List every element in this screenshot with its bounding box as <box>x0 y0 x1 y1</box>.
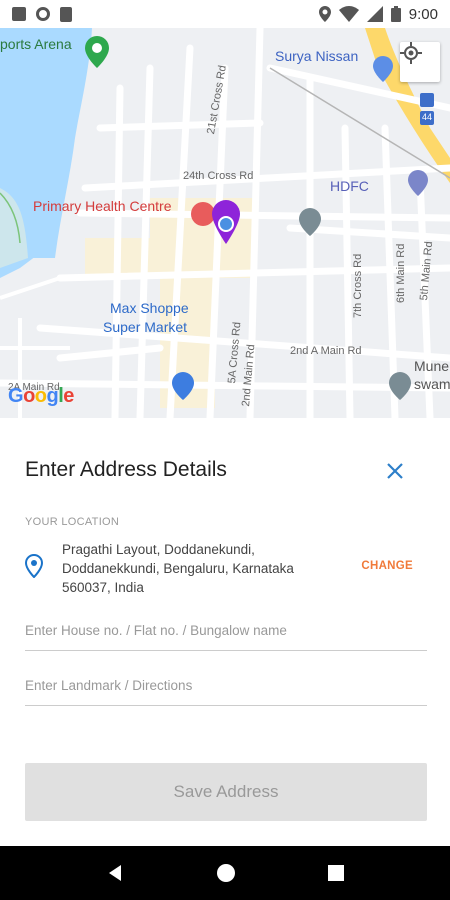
system-nav-bar <box>0 846 450 900</box>
location-row: Pragathi Layout, Doddanekundi, Doddanekk… <box>25 540 425 600</box>
map-label-mune: Mune <box>414 358 450 374</box>
close-button[interactable] <box>380 456 410 486</box>
map-label-2nd-a-main: 2nd A Main Rd <box>290 345 362 357</box>
sd-card-icon <box>60 6 72 22</box>
back-icon[interactable] <box>105 863 125 883</box>
status-bar: 9:00 <box>0 0 450 28</box>
map-label-super-market: Super Market <box>103 319 188 335</box>
home-icon[interactable] <box>216 863 236 883</box>
map-label-hdfc: HDFC <box>330 178 369 194</box>
save-address-button[interactable]: Save Address <box>25 763 427 821</box>
recents-icon[interactable] <box>327 864 345 882</box>
crosshair-icon <box>400 42 422 64</box>
change-location-button[interactable]: CHANGE <box>361 560 413 572</box>
sync-icon <box>36 7 50 21</box>
map-label-sports-arena: ports Arena <box>0 36 72 52</box>
your-location-label: YOUR LOCATION <box>25 516 120 528</box>
wifi-icon <box>338 6 359 22</box>
battery-icon <box>390 6 401 22</box>
address-text: Pragathi Layout, Doddanekundi, Doddanekk… <box>62 542 294 595</box>
notification-icon <box>12 7 26 21</box>
google-logo: Google <box>8 385 74 407</box>
map-label-surya-nissan: Surya Nissan <box>275 48 359 64</box>
my-location-button[interactable] <box>400 42 440 82</box>
sheet-title: Enter Address Details <box>25 458 227 481</box>
house-number-input[interactable] <box>25 611 427 651</box>
map-label-primary-health: Primary Health Centre <box>33 198 172 214</box>
address-sheet: Enter Address Details YOUR LOCATION Prag… <box>0 418 450 846</box>
map-label-swam: swam <box>414 376 450 392</box>
map-label-max-shoppe: Max Shoppe <box>110 300 189 316</box>
clock: 9:00 <box>408 5 438 23</box>
map-label-24th-cross: 24th Cross Rd <box>183 170 254 182</box>
close-icon <box>387 463 403 479</box>
location-pin-icon <box>25 554 43 578</box>
landmark-input[interactable] <box>25 666 427 706</box>
route-shield-44: 44 <box>422 112 433 122</box>
location-icon <box>318 6 331 22</box>
map-label-7th-cross: 7th Cross Rd <box>352 253 364 318</box>
map-label-6th-main: 6th Main Rd <box>395 243 407 303</box>
map-view[interactable]: ports Arena Surya Nissan 21st Cross Rd 2… <box>0 28 450 418</box>
signal-icon <box>366 6 383 22</box>
